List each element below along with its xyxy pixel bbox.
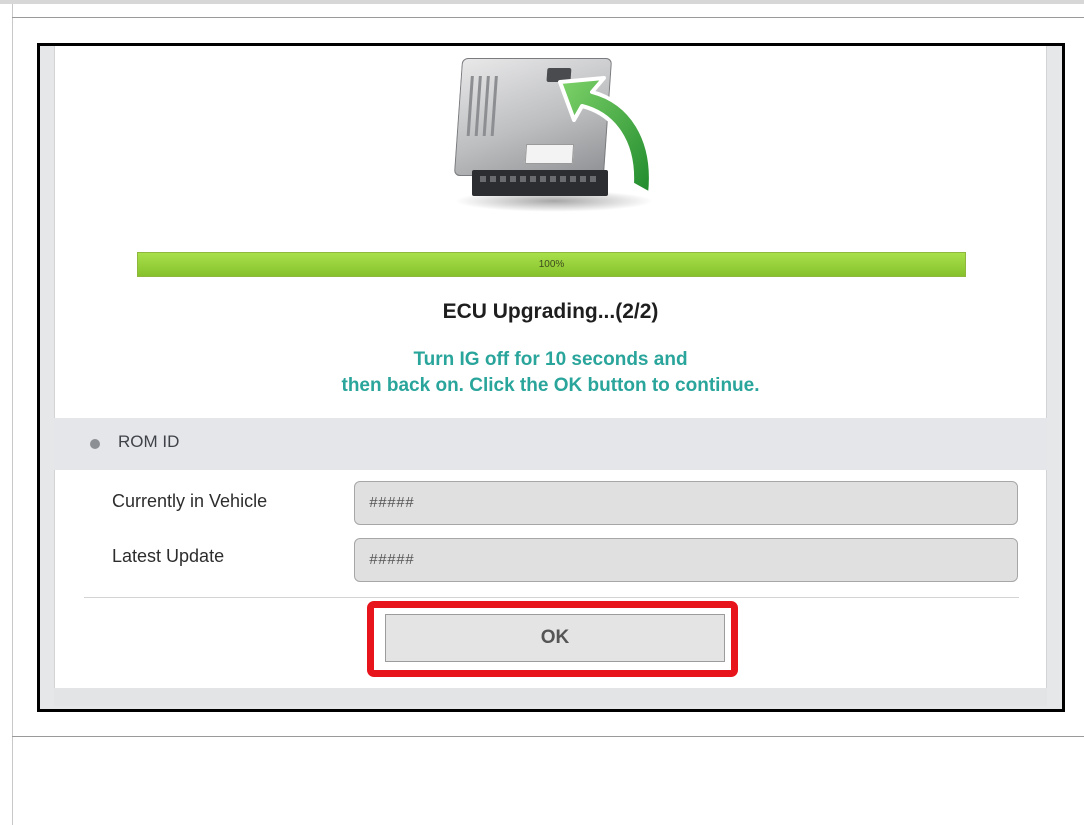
status-message-line2: then back on. Click the OK button to con… — [341, 375, 760, 396]
dialog-bottom-strip — [54, 688, 1047, 706]
progress-bar: 100% — [137, 252, 966, 277]
ecu-rib — [466, 76, 474, 136]
ecu-rib — [482, 76, 490, 136]
latest-rom-label: Latest Update — [112, 546, 225, 566]
bullet-dot-icon — [90, 439, 100, 449]
status-message-line1: Turn IG off for 10 seconds and — [413, 349, 688, 370]
ecu-upgrade-icon — [448, 50, 668, 215]
status-title: ECU Upgrading...(2/2) — [442, 300, 659, 323]
page-top-border — [0, 0, 1084, 4]
status-message: Turn IG off for 10 seconds and then back… — [54, 347, 1047, 399]
section-divider — [84, 597, 1019, 598]
ok-button[interactable]: OK — [385, 614, 725, 662]
current-rom-label: Currently in Vehicle — [112, 491, 268, 511]
rom-id-section-header: ROM ID — [54, 418, 1047, 470]
upgrade-arrow-icon — [558, 76, 653, 196]
latest-rom-field: ##### — [354, 538, 1018, 582]
ecu-rib — [474, 76, 482, 136]
ecu-rib — [490, 76, 498, 136]
current-rom-field: ##### — [354, 481, 1018, 525]
rom-id-section-label: ROM ID — [118, 432, 180, 451]
progress-percent: 100% — [538, 259, 565, 270]
